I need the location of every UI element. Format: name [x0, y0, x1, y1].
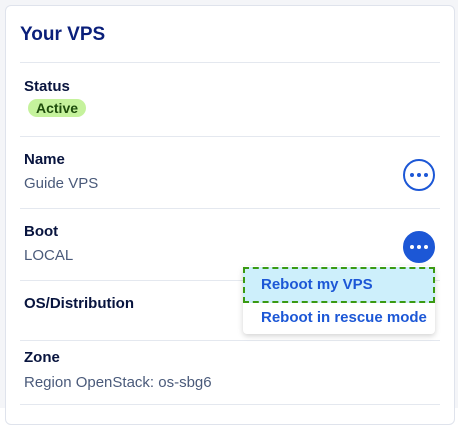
divider — [20, 404, 440, 406]
name-value: Guide VPS — [24, 175, 99, 192]
status-badge: Active — [28, 99, 87, 117]
status-label: Status — [24, 78, 70, 95]
zone-label: Zone — [24, 349, 60, 366]
page-background: Your VPS Status Active Name Guide VPS Bo… — [0, 0, 458, 425]
more-dots-icon — [410, 173, 428, 177]
name-more-actions-button[interactable] — [403, 159, 435, 191]
card-title: Your VPS — [20, 24, 106, 45]
boot-value: LOCAL — [24, 247, 74, 264]
os-label: OS/Distribution — [24, 295, 134, 312]
menu-item-reboot[interactable]: Reboot my VPS — [243, 267, 435, 303]
zone-row: Zone Region OpenStack: os-sbg6 — [20, 340, 440, 412]
name-row: Name Guide VPS — [20, 136, 440, 208]
more-dots-icon — [410, 245, 428, 249]
name-label: Name — [24, 151, 65, 168]
boot-more-actions-button[interactable] — [403, 231, 435, 263]
boot-label: Boot — [24, 223, 59, 240]
zone-value: Region OpenStack: os-sbg6 — [24, 374, 212, 391]
menu-item-reboot-rescue[interactable]: Reboot in rescue mode — [243, 301, 435, 335]
vps-info-card: Your VPS Status Active Name Guide VPS Bo… — [5, 5, 455, 425]
status-row: Status Active — [20, 62, 440, 130]
boot-actions-menu: Reboot my VPS Reboot in rescue mode — [243, 266, 435, 334]
